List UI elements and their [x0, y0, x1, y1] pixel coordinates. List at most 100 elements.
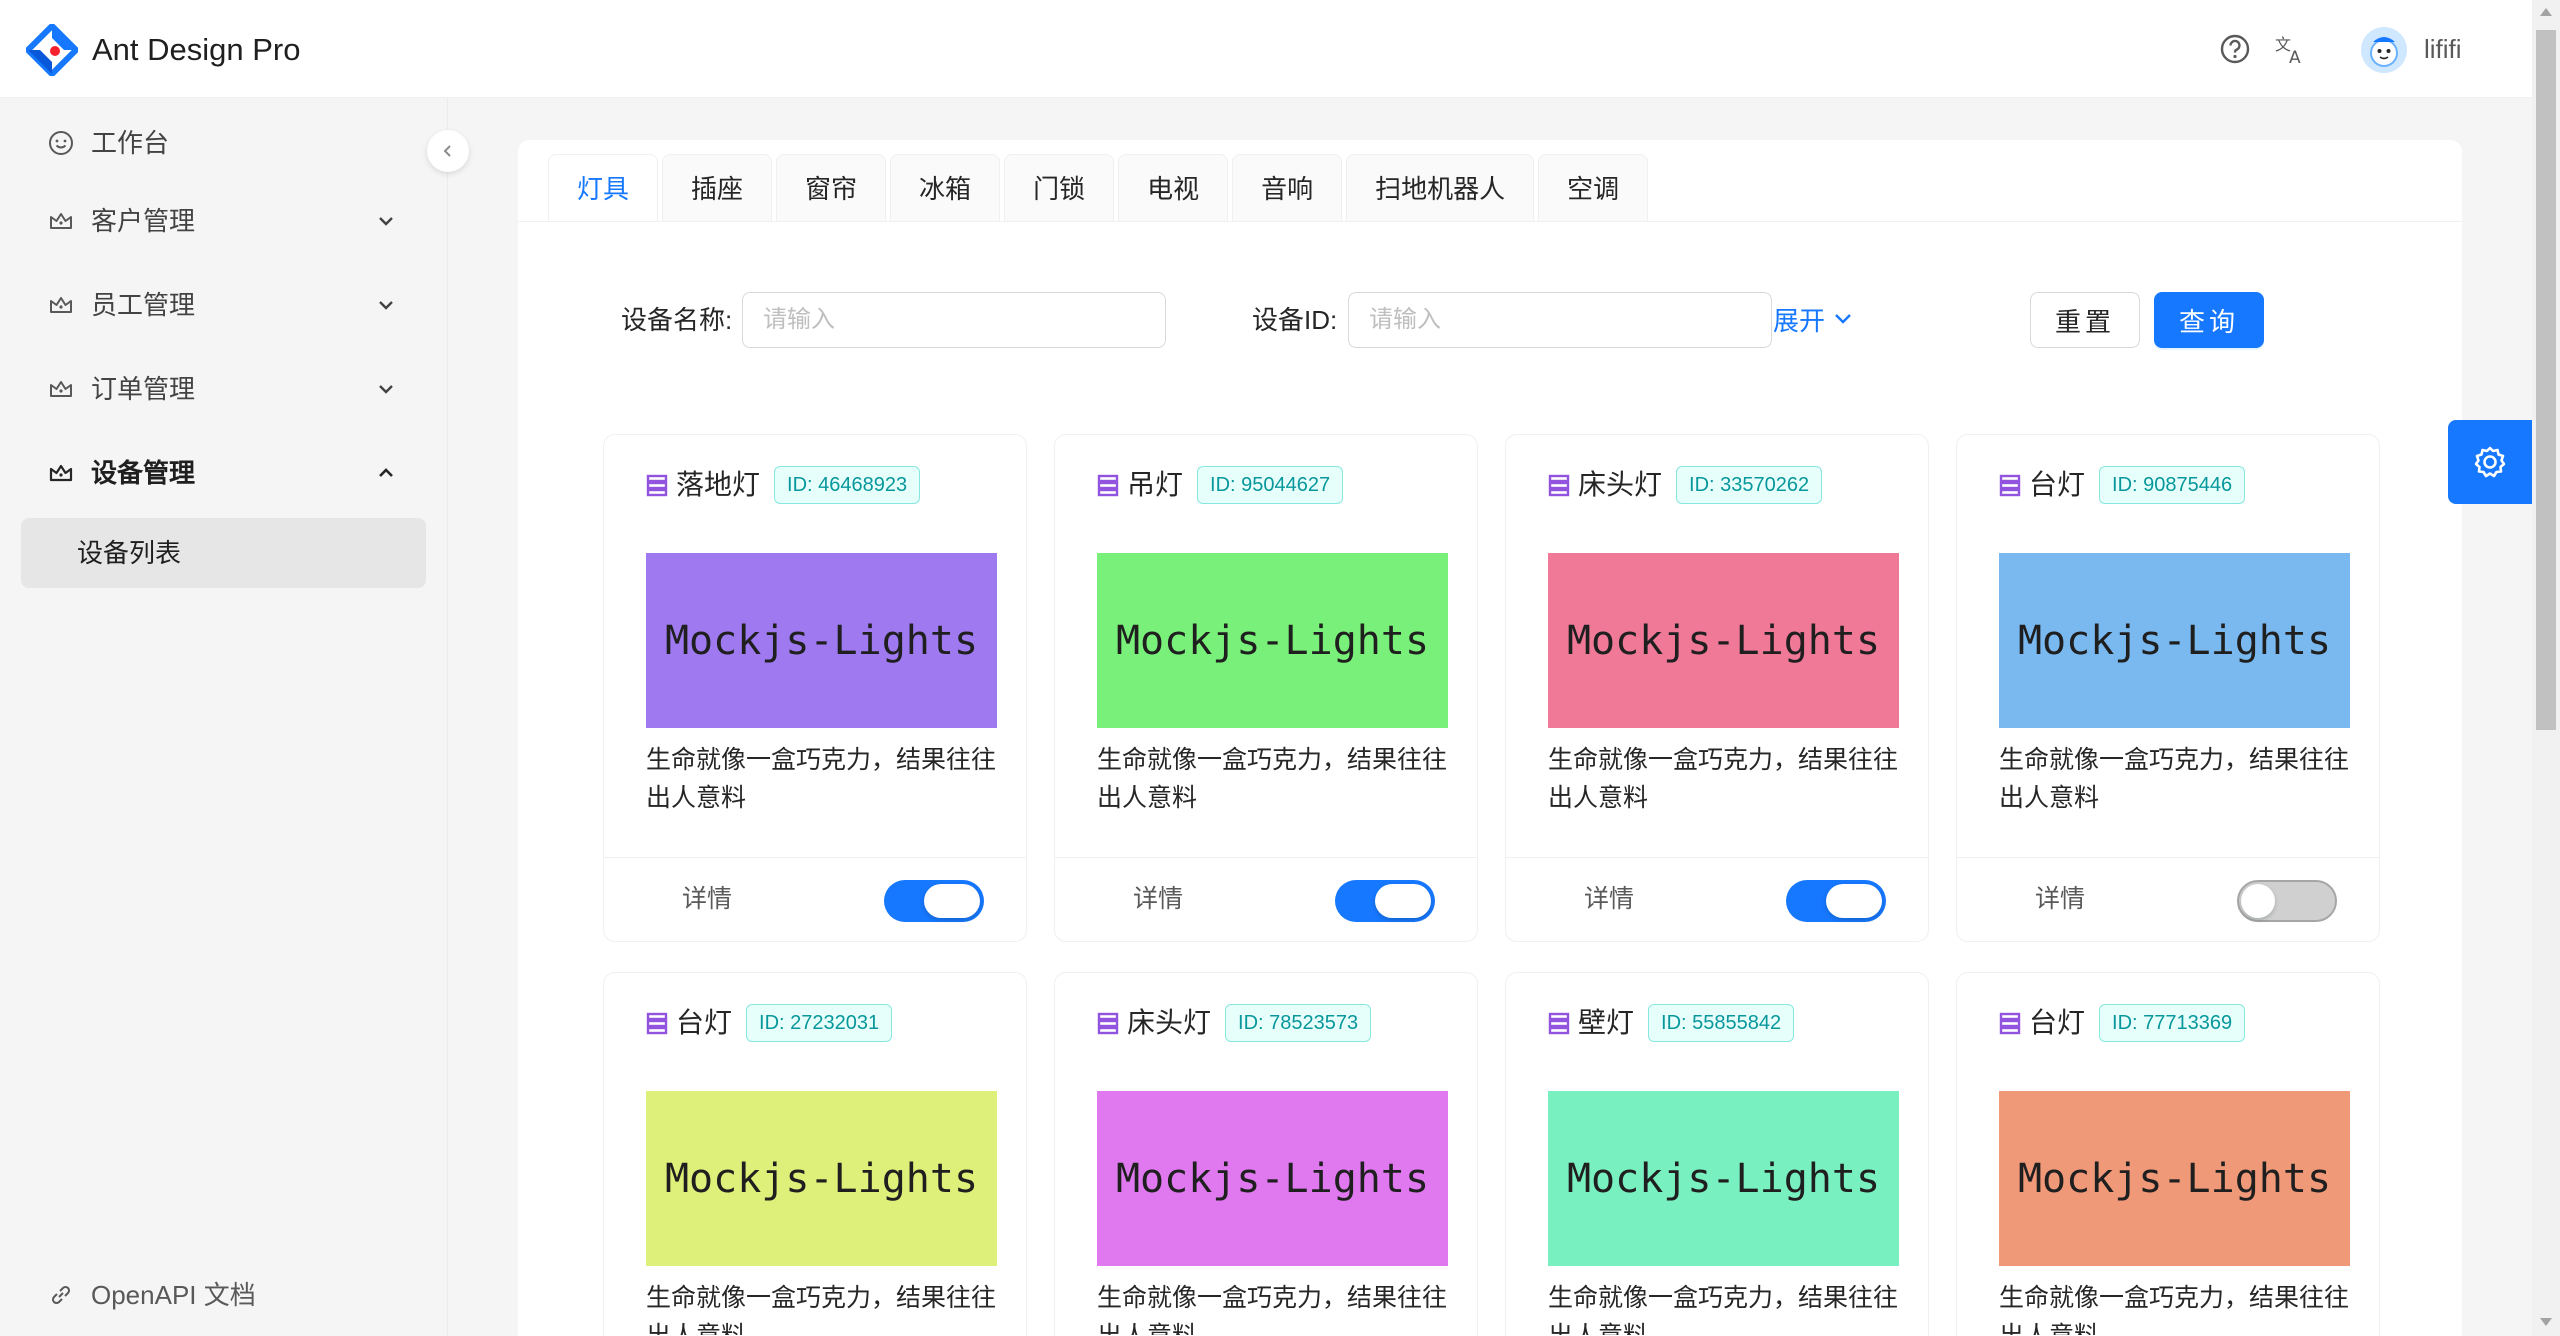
device-enable-switch[interactable]	[884, 880, 984, 922]
device-card-header: 床头灯 ID: 33570262	[1548, 465, 1823, 505]
switch-knob	[1826, 884, 1882, 918]
device-description: 生命就像一盒巧克力，结果往往出人意料	[646, 1284, 997, 1335]
tab-speakers[interactable]: 音响	[1232, 154, 1343, 222]
device-name: 台灯	[2029, 469, 2086, 500]
page-scrollbar[interactable]	[2532, 0, 2560, 1336]
sidebar-item-customers[interactable]: 客户管理	[0, 184, 448, 254]
device-name-label: 设备名称:	[621, 305, 733, 335]
smile-icon	[49, 131, 73, 155]
expand-toggle[interactable]: 展开	[1773, 302, 1853, 336]
chevron-down-icon	[1835, 314, 1851, 324]
device-image: Mockjs-Lights	[646, 1091, 997, 1266]
switch-knob	[2241, 884, 2275, 918]
chevron-down-icon	[379, 301, 393, 310]
database-icon	[1999, 474, 2021, 497]
database-icon	[1097, 1012, 1119, 1035]
device-card-footer: 详情	[604, 857, 1026, 941]
device-enable-switch[interactable]	[1335, 880, 1435, 922]
tab-tvs[interactable]: 电视	[1118, 154, 1229, 222]
device-id-tag: ID: 46468923	[774, 466, 921, 504]
detail-link[interactable]: 详情	[682, 882, 732, 916]
device-card: 台灯 ID: 77713369 Mockjs-Lights 生命就像一盒巧克力，结果往…	[1956, 972, 2380, 1336]
device-card: 壁灯 ID: 55855842 Mockjs-Lights 生命就像一盒巧克力，结果往…	[1505, 972, 1929, 1336]
tab-lights[interactable]: 灯具	[548, 154, 659, 222]
device-card-header: 台灯 ID: 27232031	[646, 1003, 893, 1043]
device-id-tag: ID: 77713369	[2099, 1004, 2246, 1042]
device-description: 生命就像一盒巧克力，结果往往出人意料	[1999, 746, 2350, 812]
gear-icon	[2474, 446, 2506, 478]
device-id-input[interactable]	[1348, 292, 1772, 348]
device-enable-switch[interactable]	[2237, 880, 2337, 922]
logo-icon[interactable]	[26, 24, 78, 76]
device-id-label: 设备ID:	[1252, 305, 1338, 335]
device-name: 壁灯	[1578, 1007, 1635, 1038]
device-description: 生命就像一盒巧克力，结果往往出人意料	[1097, 746, 1448, 812]
openapi-docs-link[interactable]: OpenAPI 文档	[0, 1270, 448, 1320]
switch-knob	[924, 884, 980, 918]
chevron-down-icon	[379, 217, 393, 226]
sidebar-item-devices[interactable]: 设备管理	[0, 436, 448, 506]
device-image: Mockjs-Lights	[1548, 1091, 1899, 1266]
avatar[interactable]	[2361, 27, 2407, 73]
device-image: Mockjs-Lights	[1097, 1091, 1448, 1266]
scroll-thumb[interactable]	[2536, 30, 2556, 730]
tab-fridges[interactable]: 冰箱	[890, 154, 1001, 222]
crown-icon	[49, 464, 73, 482]
detail-link[interactable]: 详情	[1133, 882, 1183, 916]
device-card: 台灯 ID: 27232031 Mockjs-Lights 生命就像一盒巧克力，结果往…	[603, 972, 1027, 1336]
tab-curtains[interactable]: 窗帘	[776, 154, 887, 222]
device-image: Mockjs-Lights	[646, 553, 997, 728]
database-icon	[646, 1012, 668, 1035]
sidebar-item-label: 客户管理	[91, 206, 196, 236]
sidebar-item-label: 工作台	[91, 128, 170, 158]
sidebar-item-orders[interactable]: 订单管理	[0, 352, 448, 422]
device-card-header: 台灯 ID: 90875446	[1999, 465, 2246, 505]
translation-icon[interactable]: 文 A	[2274, 32, 2308, 66]
reset-button[interactable]: 重置	[2030, 292, 2140, 348]
database-icon	[1097, 474, 1119, 497]
device-id-tag: ID: 27232031	[746, 1004, 893, 1042]
device-name-input[interactable]	[742, 292, 1166, 348]
tab-robot-vacuums[interactable]: 扫地机器人	[1346, 154, 1535, 222]
device-description: 生命就像一盒巧克力，结果往往出人意料	[1097, 1284, 1448, 1335]
sidebar: 工作台 客户管理 员工管理 订单管理 设备管理 设备列表 OpenAPI 文档	[0, 98, 448, 1336]
device-enable-switch[interactable]	[1786, 880, 1886, 922]
device-id-tag: ID: 78523573	[1225, 1004, 1372, 1042]
sidebar-item-employees[interactable]: 员工管理	[0, 268, 448, 338]
device-card-header: 壁灯 ID: 55855842	[1548, 1003, 1795, 1043]
app-title[interactable]: Ant Design Pro	[92, 30, 301, 70]
sidebar-item-device-list[interactable]: 设备列表	[21, 518, 426, 588]
sidebar-item-workbench[interactable]: 工作台	[0, 106, 448, 176]
username[interactable]: lififi	[2424, 32, 2462, 66]
tab-door-locks[interactable]: 门锁	[1004, 154, 1115, 222]
device-card-footer: 详情	[1957, 857, 2379, 941]
link-icon	[51, 1285, 71, 1305]
tab-sockets[interactable]: 插座	[662, 154, 773, 222]
device-id-tag: ID: 33570262	[1676, 466, 1823, 504]
settings-drawer-button[interactable]	[2448, 420, 2532, 504]
tab-air-conditioners[interactable]: 空调	[1538, 154, 1649, 222]
detail-link[interactable]: 详情	[1584, 882, 1634, 916]
sidebar-collapse-button[interactable]	[427, 130, 469, 172]
device-id-tag: ID: 95044627	[1197, 466, 1344, 504]
database-icon	[1548, 474, 1570, 497]
device-card-footer: 详情	[1506, 857, 1928, 941]
device-image: Mockjs-Lights	[1999, 553, 2350, 728]
sidebar-item-label: 订单管理	[91, 374, 196, 404]
device-name: 床头灯	[1578, 469, 1663, 500]
detail-link[interactable]: 详情	[2035, 882, 2085, 916]
device-card-header: 台灯 ID: 77713369	[1999, 1003, 2246, 1043]
scroll-up-arrow[interactable]	[2540, 8, 2552, 16]
device-card-header: 吊灯 ID: 95044627	[1097, 465, 1344, 505]
crown-icon	[50, 213, 72, 229]
question-circle-icon[interactable]	[2218, 32, 2252, 66]
device-name: 床头灯	[1127, 1007, 1212, 1038]
scroll-down-arrow[interactable]	[2540, 1318, 2552, 1326]
device-image: Mockjs-Lights	[1548, 553, 1899, 728]
query-button[interactable]: 查询	[2154, 292, 2264, 348]
device-description: 生命就像一盒巧克力，结果往往出人意料	[1548, 746, 1899, 812]
device-card: 台灯 ID: 90875446 Mockjs-Lights 生命就像一盒巧克力，结果往…	[1956, 434, 2380, 942]
category-tabs: 灯具 插座 窗帘 冰箱 门锁 电视 音响 扫地机器人 空调	[548, 154, 1652, 222]
device-name: 吊灯	[1127, 469, 1184, 500]
device-image: Mockjs-Lights	[1999, 1091, 2350, 1266]
